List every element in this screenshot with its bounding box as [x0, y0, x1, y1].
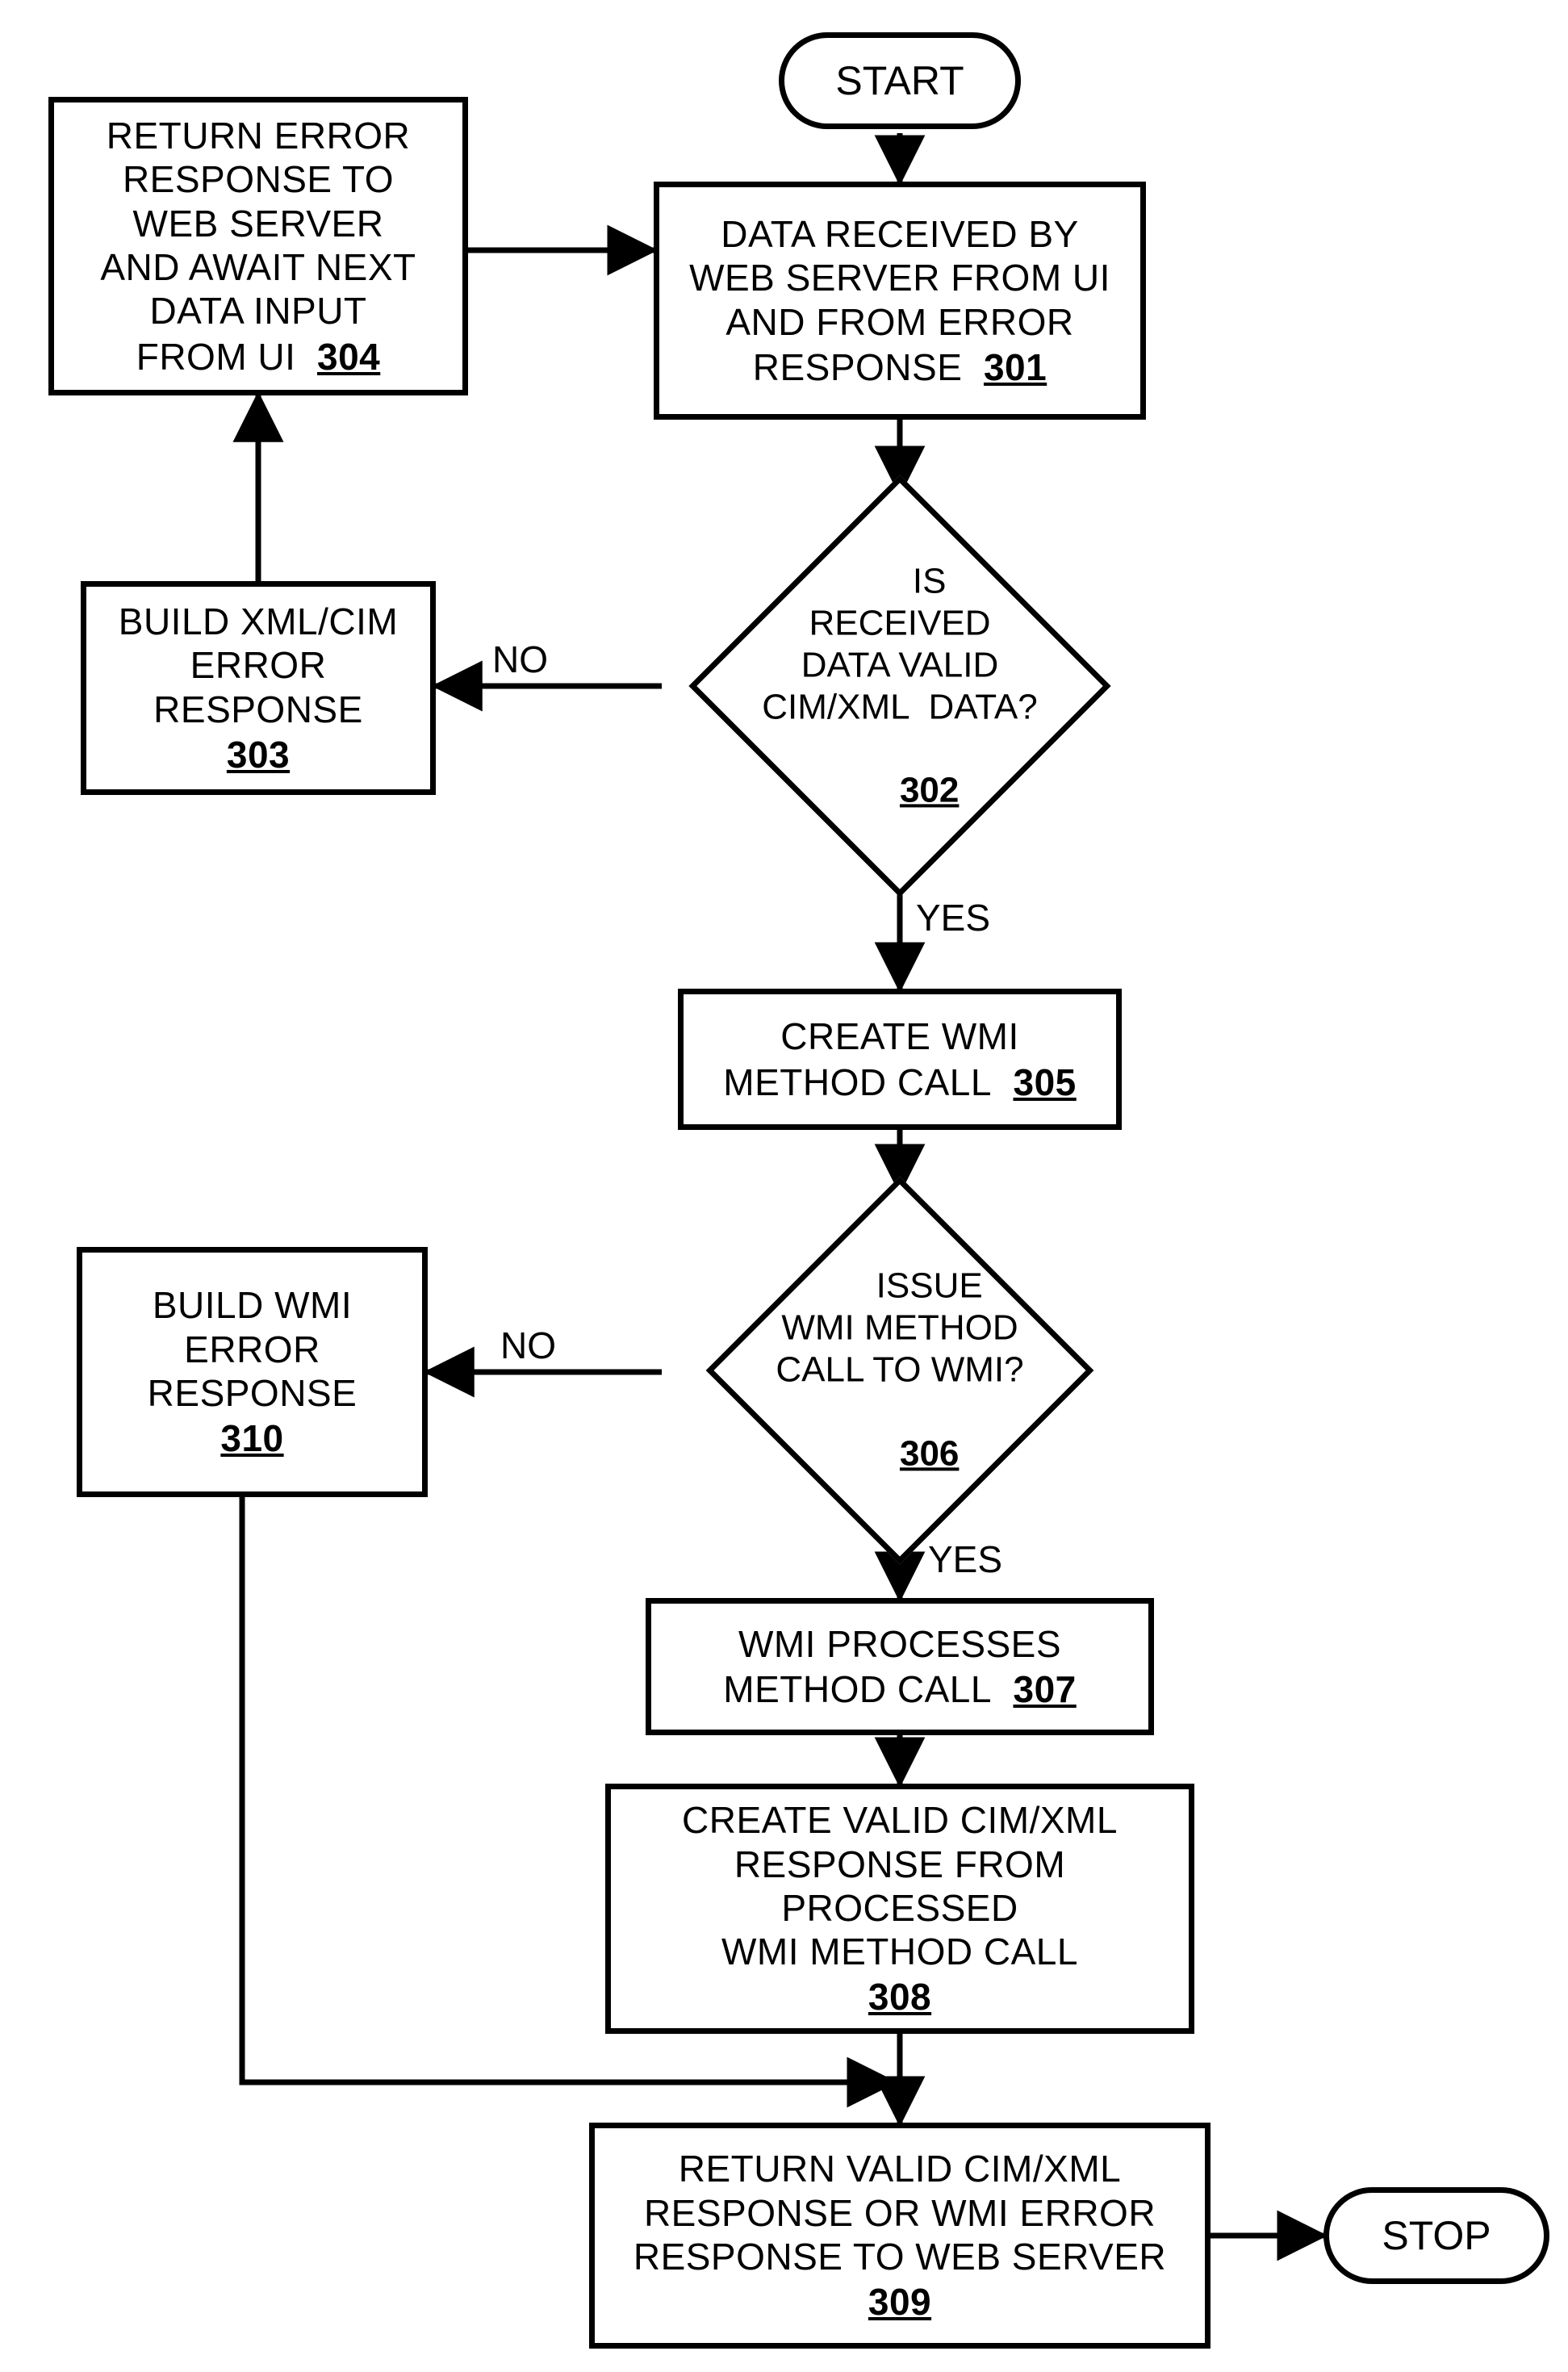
decision-302-ref: 302 — [900, 771, 959, 810]
process-303: BUILD XML/CIM ERROR RESPONSE 303 — [81, 581, 436, 795]
process-303-ref: 303 — [227, 733, 290, 776]
process-308: CREATE VALID CIM/XML RESPONSE FROM PROCE… — [605, 1784, 1194, 2034]
process-308-text: CREATE VALID CIM/XML RESPONSE FROM PROCE… — [682, 1798, 1118, 1973]
decision-302-text: IS RECEIVED DATA VALID CIM/XML DATA? — [762, 561, 1037, 726]
process-307-ref: 307 — [1013, 1667, 1076, 1711]
process-304-ref: 304 — [317, 335, 380, 379]
process-307-text: WMI PROCESSES — [738, 1622, 1061, 1666]
process-305-text: CREATE WMI — [780, 1014, 1018, 1058]
decision-302: IS RECEIVED DATA VALID CIM/XML DATA? 302 — [658, 488, 1142, 884]
process-305-ref: 305 — [1013, 1060, 1076, 1104]
terminal-start: START — [779, 32, 1021, 129]
edge-label-306-no: NO — [500, 1324, 556, 1367]
process-309-ref: 309 — [868, 2280, 931, 2324]
decision-306-text: ISSUE WMI METHOD CALL TO WMI? — [776, 1266, 1023, 1390]
edge-label-306-yes: YES — [928, 1537, 1002, 1581]
process-304-text: RETURN ERROR RESPONSE TO WEB SERVER AND … — [100, 114, 416, 333]
terminal-stop: STOP — [1323, 2187, 1549, 2284]
terminal-stop-label: STOP — [1382, 2212, 1491, 2259]
process-308-ref: 308 — [868, 1975, 931, 2019]
decision-306-ref: 306 — [900, 1433, 959, 1473]
process-309-text: RETURN VALID CIM/XML RESPONSE OR WMI ERR… — [633, 2147, 1166, 2278]
edge-label-302-no: NO — [492, 638, 548, 681]
terminal-start-label: START — [835, 57, 964, 104]
process-309: RETURN VALID CIM/XML RESPONSE OR WMI ERR… — [589, 2123, 1210, 2349]
process-303-text: BUILD XML/CIM ERROR RESPONSE — [119, 600, 398, 731]
flowchart-canvas: START RETURN ERROR RESPONSE TO WEB SERVE… — [0, 0, 1568, 2372]
process-307: WMI PROCESSES METHOD CALL 307 — [646, 1598, 1154, 1735]
process-310-ref: 310 — [220, 1416, 283, 1460]
decision-306: ISSUE WMI METHOD CALL TO WMI? 306 — [658, 1190, 1142, 1550]
process-305: CREATE WMI METHOD CALL 305 — [678, 989, 1122, 1130]
process-310-text: BUILD WMI ERROR RESPONSE — [148, 1283, 358, 1415]
process-301: DATA RECEIVED BY WEB SERVER FROM UI AND … — [654, 182, 1146, 420]
process-310: BUILD WMI ERROR RESPONSE 310 — [77, 1247, 428, 1497]
edge-label-302-yes: YES — [916, 896, 990, 939]
process-301-text: DATA RECEIVED BY WEB SERVER FROM UI AND … — [689, 212, 1110, 344]
process-301-ref: 301 — [984, 345, 1047, 389]
process-304: RETURN ERROR RESPONSE TO WEB SERVER AND … — [48, 97, 468, 395]
